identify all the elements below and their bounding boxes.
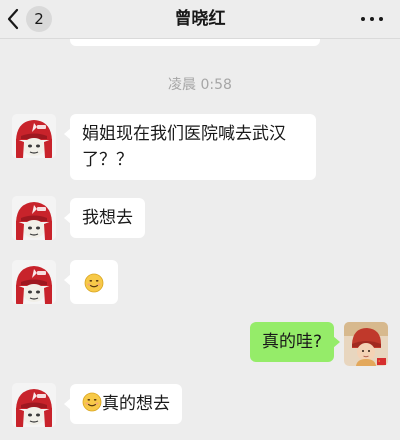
- contact-avatar[interactable]: [12, 383, 56, 427]
- contact-avatar[interactable]: [12, 114, 56, 158]
- chat-header: 2 曾晓红: [0, 0, 400, 39]
- chat-title: 曾晓红: [174, 9, 226, 29]
- message-bubble-outgoing[interactable]: 真的哇?: [249, 322, 341, 362]
- more-dots-icon[interactable]: [358, 8, 386, 30]
- message-bubble[interactable]: 娟姐现在我们医院喊去武汉了？？: [64, 114, 316, 180]
- message-text: 娟姐现在我们医院喊去武汉了？？: [82, 124, 286, 170]
- my-avatar[interactable]: [344, 322, 388, 366]
- message-text: 真的哇?: [261, 332, 322, 352]
- message-bubble[interactable]: 真的想去: [64, 384, 182, 424]
- contact-avatar[interactable]: [12, 196, 56, 240]
- message-text: 我想去: [82, 208, 133, 228]
- awkward-smile-emoji-icon: [84, 273, 104, 293]
- message-bubble[interactable]: [64, 260, 118, 304]
- awkward-smile-emoji-icon: [82, 392, 102, 412]
- message-bubble[interactable]: 我想去: [64, 198, 145, 238]
- contact-avatar[interactable]: [12, 260, 56, 304]
- message-timestamp: 凌晨 0:58: [168, 77, 232, 93]
- message-text: 真的想去: [102, 394, 170, 414]
